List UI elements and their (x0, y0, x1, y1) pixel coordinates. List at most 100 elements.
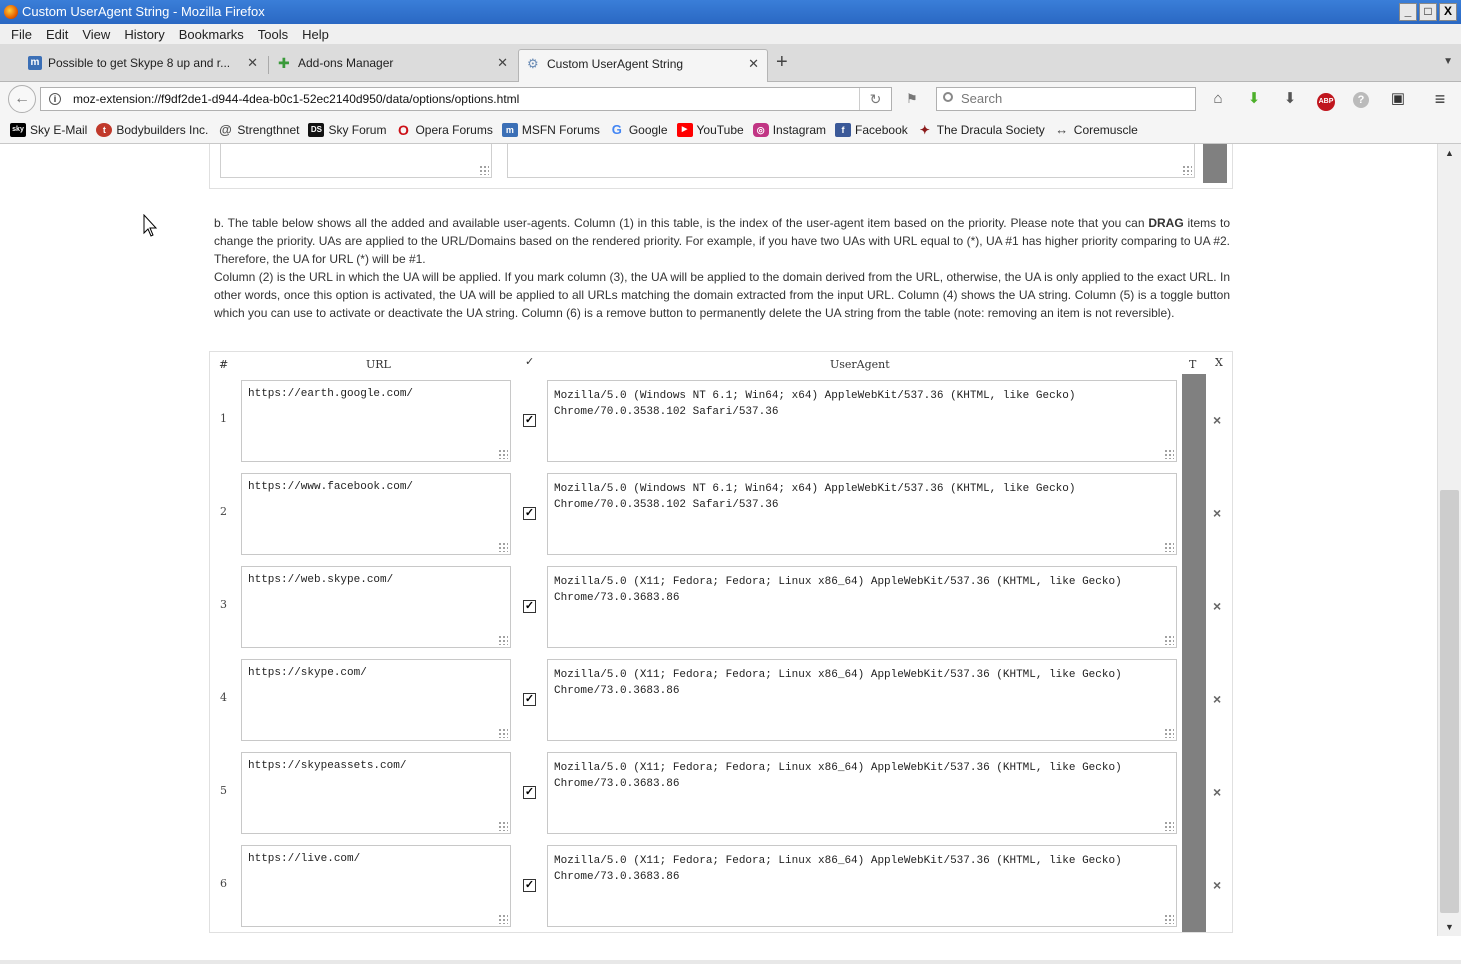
adblock-icon[interactable]: ABP (1316, 89, 1336, 111)
table-row[interactable]: 2 https://www.facebook.com/ ✓ Mozilla/5.… (210, 467, 1232, 560)
scrollbar-thumb[interactable] (1440, 490, 1459, 913)
table-row[interactable]: 3 https://web.skype.com/ ✓ Mozilla/5.0 (… (210, 560, 1232, 653)
bookmark-opera-forums[interactable]: O Opera Forums (395, 123, 493, 137)
search-input[interactable]: Search (936, 87, 1196, 111)
bookmark-strengthnet[interactable]: @ Strengthnet (217, 122, 299, 137)
menu-file[interactable]: File (4, 27, 39, 42)
bookmark-dracula-society[interactable]: ✦ The Dracula Society (917, 123, 1045, 137)
url-field[interactable]: https://web.skype.com/ (241, 566, 511, 648)
new-tab-button[interactable]: + (776, 52, 788, 72)
domain-checkbox[interactable]: ✓ (523, 786, 536, 799)
useragent-field[interactable]: Mozilla/5.0 (X11; Fedora; Fedora; Linux … (547, 566, 1177, 648)
resize-grip-icon[interactable] (1164, 635, 1174, 645)
downloads-icon[interactable]: ⬇ (1280, 89, 1300, 109)
menu-history[interactable]: History (117, 27, 171, 42)
resize-grip-icon[interactable] (1164, 449, 1174, 459)
download-helper-icon[interactable]: ⬇ (1244, 89, 1264, 109)
remove-icon[interactable]: × (1213, 505, 1221, 521)
info-icon[interactable]: i (49, 93, 61, 105)
close-icon[interactable]: ✕ (247, 49, 258, 77)
tab-addons-manager[interactable]: ✚ Add-ons Manager ✕ (270, 49, 516, 82)
remove-icon[interactable]: × (1213, 412, 1221, 428)
bookmark-facebook[interactable]: f Facebook (835, 122, 908, 137)
bookmark-msfn-forums[interactable]: m MSFN Forums (501, 122, 600, 137)
help-icon[interactable]: ? (1351, 89, 1371, 109)
menu-view[interactable]: View (75, 27, 117, 42)
toggle-button[interactable] (1182, 839, 1206, 932)
table-row[interactable]: 1 https://earth.google.com/ ✓ Mozilla/5.… (210, 374, 1232, 467)
remove-icon[interactable]: × (1213, 598, 1221, 614)
bookmark-sky-email[interactable]: sky Sky E-Mail (10, 122, 87, 137)
resize-grip-icon[interactable] (479, 165, 489, 175)
toggle-button[interactable] (1182, 653, 1206, 746)
domain-checkbox[interactable]: ✓ (523, 414, 536, 427)
url-field[interactable]: https://earth.google.com/ (241, 380, 511, 462)
screenshot-icon[interactable]: ▣ (1388, 89, 1408, 109)
resize-grip-icon[interactable] (1164, 821, 1174, 831)
useragent-field[interactable]: Mozilla/5.0 (Windows NT 6.1; Win64; x64)… (547, 473, 1177, 555)
domain-checkbox[interactable]: ✓ (523, 879, 536, 892)
previous-url-textarea[interactable] (220, 144, 492, 178)
remove-icon[interactable]: × (1213, 691, 1221, 707)
close-icon[interactable]: ✕ (497, 49, 508, 77)
resize-grip-icon[interactable] (498, 821, 508, 831)
useragent-field[interactable]: Mozilla/5.0 (X11; Fedora; Fedora; Linux … (547, 845, 1177, 927)
bookmark-youtube[interactable]: ▶ YouTube (676, 122, 744, 137)
resize-grip-icon[interactable] (498, 728, 508, 738)
toggle-button[interactable] (1182, 746, 1206, 839)
tab-custom-useragent[interactable]: ⚙ Custom UserAgent String ✕ (518, 49, 768, 82)
table-row[interactable]: 5 https://skypeassets.com/ ✓ Mozilla/5.0… (210, 746, 1232, 839)
menu-help[interactable]: Help (295, 27, 336, 42)
bookmark-google[interactable]: G Google (609, 122, 668, 137)
close-icon[interactable]: ✕ (748, 50, 759, 78)
useragent-field[interactable]: Mozilla/5.0 (X11; Fedora; Fedora; Linux … (547, 752, 1177, 834)
maximize-button[interactable]: □ (1419, 3, 1437, 21)
table-row[interactable]: 6 https://live.com/ ✓ Mozilla/5.0 (X11; … (210, 839, 1232, 932)
resize-grip-icon[interactable] (1164, 542, 1174, 552)
previous-ua-textarea[interactable] (507, 144, 1195, 178)
reload-icon[interactable]: ↻ (859, 88, 891, 110)
home-icon[interactable]: ⌂ (1208, 89, 1228, 109)
url-field[interactable]: https://skypeassets.com/ (241, 752, 511, 834)
pocket-icon[interactable]: ⚑ (906, 91, 922, 106)
useragent-field[interactable]: Mozilla/5.0 (X11; Fedora; Fedora; Linux … (547, 659, 1177, 741)
resize-grip-icon[interactable] (498, 914, 508, 924)
chevron-down-icon[interactable]: ▼ (1443, 56, 1453, 67)
minimize-button[interactable]: _ (1399, 3, 1417, 21)
add-toggle-bar[interactable] (1203, 144, 1227, 183)
useragent-field[interactable]: Mozilla/5.0 (Windows NT 6.1; Win64; x64)… (547, 380, 1177, 462)
domain-checkbox[interactable]: ✓ (523, 693, 536, 706)
menu-bookmarks[interactable]: Bookmarks (172, 27, 251, 42)
back-button[interactable]: ← (8, 85, 36, 113)
toggle-button[interactable] (1182, 560, 1206, 653)
menu-edit[interactable]: Edit (39, 27, 75, 42)
bookmark-sky-forum[interactable]: DS Sky Forum (308, 122, 386, 137)
remove-icon[interactable]: × (1213, 784, 1221, 800)
domain-checkbox[interactable]: ✓ (523, 507, 536, 520)
tab-skype-thread[interactable]: m Possible to get Skype 8 up and r... ✕ (20, 49, 266, 82)
bookmark-instagram[interactable]: ◎ Instagram (752, 122, 826, 137)
url-bar[interactable]: i moz-extension://f9df2de1-d944-4dea-b0c… (40, 87, 892, 111)
bookmark-bodybuilders[interactable]: t Bodybuilders Inc. (96, 122, 208, 137)
resize-grip-icon[interactable] (498, 542, 508, 552)
resize-grip-icon[interactable] (1182, 165, 1192, 175)
table-row[interactable]: 4 https://skype.com/ ✓ Mozilla/5.0 (X11;… (210, 653, 1232, 746)
url-field[interactable]: https://skype.com/ (241, 659, 511, 741)
close-window-button[interactable]: X (1439, 3, 1457, 21)
remove-icon[interactable]: × (1213, 877, 1221, 893)
toggle-button[interactable] (1182, 374, 1206, 467)
domain-checkbox[interactable]: ✓ (523, 600, 536, 613)
url-field[interactable]: https://live.com/ (241, 845, 511, 927)
menu-tools[interactable]: Tools (251, 27, 295, 42)
resize-grip-icon[interactable] (1164, 914, 1174, 924)
vertical-scrollbar[interactable]: ▲ ▼ (1437, 144, 1461, 936)
resize-grip-icon[interactable] (1164, 728, 1174, 738)
scroll-down-icon[interactable]: ▼ (1438, 918, 1461, 936)
toggle-button[interactable] (1182, 467, 1206, 560)
resize-grip-icon[interactable] (498, 635, 508, 645)
hamburger-menu-icon[interactable]: ≡ (1430, 89, 1450, 109)
resize-grip-icon[interactable] (498, 449, 508, 459)
url-field[interactable]: https://www.facebook.com/ (241, 473, 511, 555)
bookmark-coremuscle[interactable]: ↔ Coremuscle (1054, 122, 1138, 137)
scroll-up-icon[interactable]: ▲ (1438, 144, 1461, 162)
